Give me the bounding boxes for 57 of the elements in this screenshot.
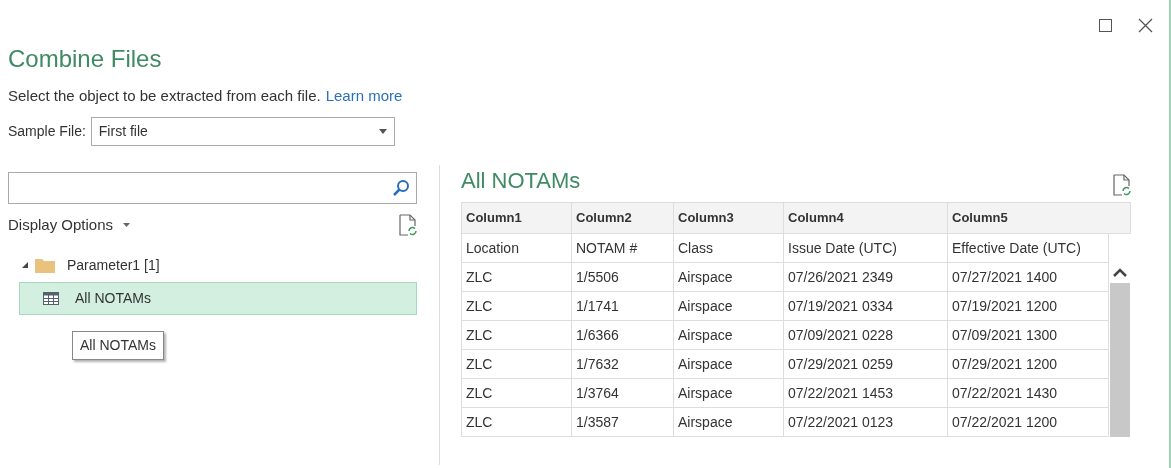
table-cell: 07/09/2021 0228 xyxy=(784,321,948,350)
column-header[interactable]: Column5 xyxy=(948,203,1131,234)
table-cell: Issue Date (UTC) xyxy=(784,234,948,263)
display-options-menu[interactable]: Display Options xyxy=(8,214,131,237)
table-cell: 07/26/2021 2349 xyxy=(784,263,948,292)
table-cell: Airspace xyxy=(674,350,784,379)
table-cell: 07/22/2021 0123 xyxy=(784,408,948,437)
table-cell: ZLC xyxy=(462,350,572,379)
description-text: Select the object to be extracted from each file. xyxy=(8,86,321,106)
column-header[interactable]: Column2 xyxy=(572,203,674,234)
table-cell: Airspace xyxy=(674,321,784,350)
tree-label: Parameter1 [1] xyxy=(67,255,160,275)
table-cell: ZLC xyxy=(462,408,572,437)
tree-item[interactable]: Parameter1 [1] xyxy=(19,248,417,282)
maximize-icon[interactable] xyxy=(1099,18,1112,32)
table-cell: 1/3587 xyxy=(572,408,674,437)
sample-file-label: Sample File: xyxy=(8,122,86,141)
table-cell: ZLC xyxy=(462,292,572,321)
tree-label: All NOTAMs xyxy=(75,288,151,308)
column-header[interactable]: Column4 xyxy=(784,203,948,234)
table-cell: ZLC xyxy=(462,263,572,292)
table-cell: 07/22/2021 1453 xyxy=(784,379,948,408)
preview-title: All NOTAMs xyxy=(461,167,581,195)
table-cell: Airspace xyxy=(674,379,784,408)
table-icon xyxy=(43,291,59,305)
table-cell: 1/5506 xyxy=(572,263,674,292)
column-header[interactable]: Column3 xyxy=(674,203,784,234)
dialog-title: Combine Files xyxy=(8,44,162,74)
dropdown-caret-icon xyxy=(123,223,131,228)
table-cell: 1/1741 xyxy=(572,292,674,321)
expand-arrow-icon[interactable] xyxy=(21,261,29,269)
table-cell: 1/3764 xyxy=(572,379,674,408)
table-cell: ZLC xyxy=(462,379,572,408)
tooltip: All NOTAMs xyxy=(72,330,164,360)
scrollbar-thumb[interactable] xyxy=(1110,283,1130,437)
file-refresh-icon[interactable] xyxy=(1113,174,1131,196)
tree-item[interactable]: All NOTAMs xyxy=(19,281,417,315)
close-icon[interactable] xyxy=(1138,17,1153,33)
sample-file-dropdown[interactable]: First file xyxy=(90,117,395,146)
table-cell: Airspace xyxy=(674,292,784,321)
file-refresh-icon[interactable] xyxy=(399,214,417,237)
table-cell: Class xyxy=(674,234,784,263)
search-icon xyxy=(392,179,410,197)
learn-more-link[interactable]: Learn more xyxy=(325,86,403,106)
column-header[interactable]: Column1 xyxy=(462,203,572,234)
table-cell: 07/19/2021 0334 xyxy=(784,292,948,321)
table-cell: Location xyxy=(462,234,572,263)
folder-icon xyxy=(35,257,55,273)
table-cell: ZLC xyxy=(462,321,572,350)
dropdown-caret-icon xyxy=(378,129,387,134)
table-cell: Airspace xyxy=(674,263,784,292)
search-field[interactable] xyxy=(8,172,417,204)
table-cell: NOTAM # xyxy=(572,234,674,263)
table-cell: 07/29/2021 0259 xyxy=(784,350,948,379)
table-cell: 1/7632 xyxy=(572,350,674,379)
table-cell: Airspace xyxy=(674,408,784,437)
table-cell: 1/6366 xyxy=(572,321,674,350)
